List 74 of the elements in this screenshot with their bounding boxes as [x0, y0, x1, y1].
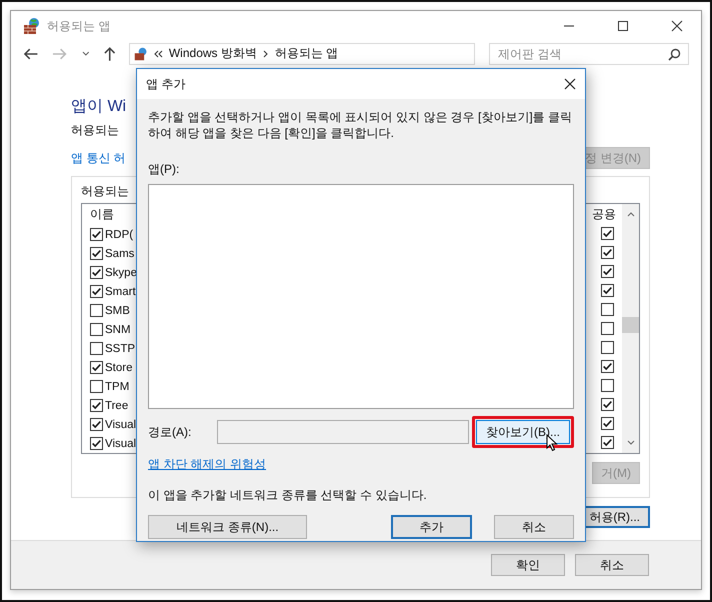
dialog-title: 앱 추가 — [146, 76, 186, 92]
app-name: SSTP — [105, 342, 136, 355]
firewall-icon — [134, 46, 148, 61]
group-label: 허용되는 — [81, 183, 130, 200]
checkbox[interactable] — [601, 322, 614, 335]
app-name: SMB — [105, 304, 130, 317]
dialog-button[interactable]: 취소 — [494, 515, 574, 539]
checkbox[interactable] — [90, 228, 103, 242]
caret-icon[interactable] — [82, 50, 90, 57]
up-arrow-icon[interactable] — [103, 46, 117, 62]
checkbox[interactable] — [601, 417, 614, 430]
checkbox[interactable] — [90, 437, 103, 450]
column-header: 공용 — [592, 206, 616, 224]
close-icon[interactable] — [564, 78, 576, 90]
dialog-button[interactable]: 추가 — [391, 515, 472, 539]
browse-button[interactable]: 찾아보기(B)... — [476, 420, 570, 444]
checkbox[interactable] — [90, 418, 103, 432]
checkbox[interactable] — [90, 285, 103, 298]
window-title: 허용되는 앱 — [47, 18, 110, 35]
apps-label: 앱(P): — [148, 161, 180, 178]
instruction-text: 추가할 앱을 선택하거나 앱이 목록에 표시되어 있지 않은 경우 [찾아보기]를 클릭하여 해당 앱을 찾은 다음 [확인]을 클릭합니다. — [148, 109, 574, 141]
footer-button[interactable]: 확인 — [491, 554, 565, 576]
app-name: Sams — [105, 248, 134, 260]
footer-button[interactable]: 취소 — [575, 554, 649, 576]
risk-link[interactable]: 앱 차단 해제의 위험성 — [148, 456, 574, 473]
column-header: 이름 — [90, 206, 114, 224]
chevron-icon — [262, 50, 269, 58]
checkbox[interactable] — [90, 323, 103, 336]
dialog-button[interactable]: 네트워크 종류(N)... — [148, 515, 308, 539]
network-note: 이 앱을 추가할 네트워크 종류를 선택할 수 있습니다. — [148, 487, 428, 504]
firewall-icon — [23, 17, 41, 36]
checkbox[interactable] — [601, 265, 614, 278]
path-label: 경로(A): — [148, 424, 192, 440]
app-name: RDP( — [105, 228, 134, 241]
checkbox[interactable] — [601, 436, 614, 450]
app-name: Smart — [105, 286, 136, 298]
scroll-thumb[interactable] — [622, 317, 639, 334]
checkbox[interactable] — [601, 398, 614, 412]
scroll-down-icon[interactable] — [626, 440, 634, 446]
checkbox[interactable] — [601, 360, 614, 374]
checkbox[interactable] — [90, 266, 103, 280]
scroll-up-icon[interactable] — [626, 211, 634, 218]
checkbox[interactable] — [90, 361, 103, 374]
search-field[interactable]: 제어판 검색 — [489, 42, 689, 65]
app-name: Visual — [105, 418, 136, 431]
page-heading: 앱이 Wi — [71, 97, 126, 118]
maximize-icon[interactable] — [617, 20, 629, 32]
double-chevron-icon — [154, 50, 163, 58]
checkbox[interactable] — [601, 246, 614, 260]
app-name: Visual — [105, 438, 136, 450]
search-icon — [668, 48, 681, 61]
breadcrumb-item[interactable]: 허용되는 앱 — [274, 45, 338, 62]
checkbox[interactable] — [601, 378, 614, 392]
allow-link[interactable]: 앱 통신 허 — [71, 150, 126, 167]
breadcrumb-item[interactable]: Windows 방화벽 — [168, 45, 257, 62]
checkbox[interactable] — [601, 302, 614, 316]
checkbox[interactable] — [90, 342, 103, 356]
back-arrow-icon[interactable] — [23, 46, 38, 61]
checkbox[interactable] — [601, 284, 614, 298]
app-name: TPM — [105, 380, 130, 393]
scrollbar[interactable] — [622, 204, 639, 454]
checkbox[interactable] — [90, 399, 103, 412]
checkbox[interactable] — [90, 247, 103, 260]
checkbox[interactable] — [90, 304, 103, 318]
app-name: SNM — [105, 324, 131, 336]
app-name: Skype — [105, 266, 137, 279]
app-name: Tree — [105, 400, 128, 412]
checkbox[interactable] — [601, 340, 614, 354]
checkbox[interactable] — [90, 380, 103, 394]
address-bar[interactable]: Windows 방화벽 허용되는 앱 — [128, 42, 475, 65]
close-icon[interactable] — [671, 20, 683, 32]
app-name: Store — [105, 362, 132, 374]
checkbox[interactable] — [601, 227, 614, 240]
page-subtitle: 허용되는 — [71, 122, 119, 140]
